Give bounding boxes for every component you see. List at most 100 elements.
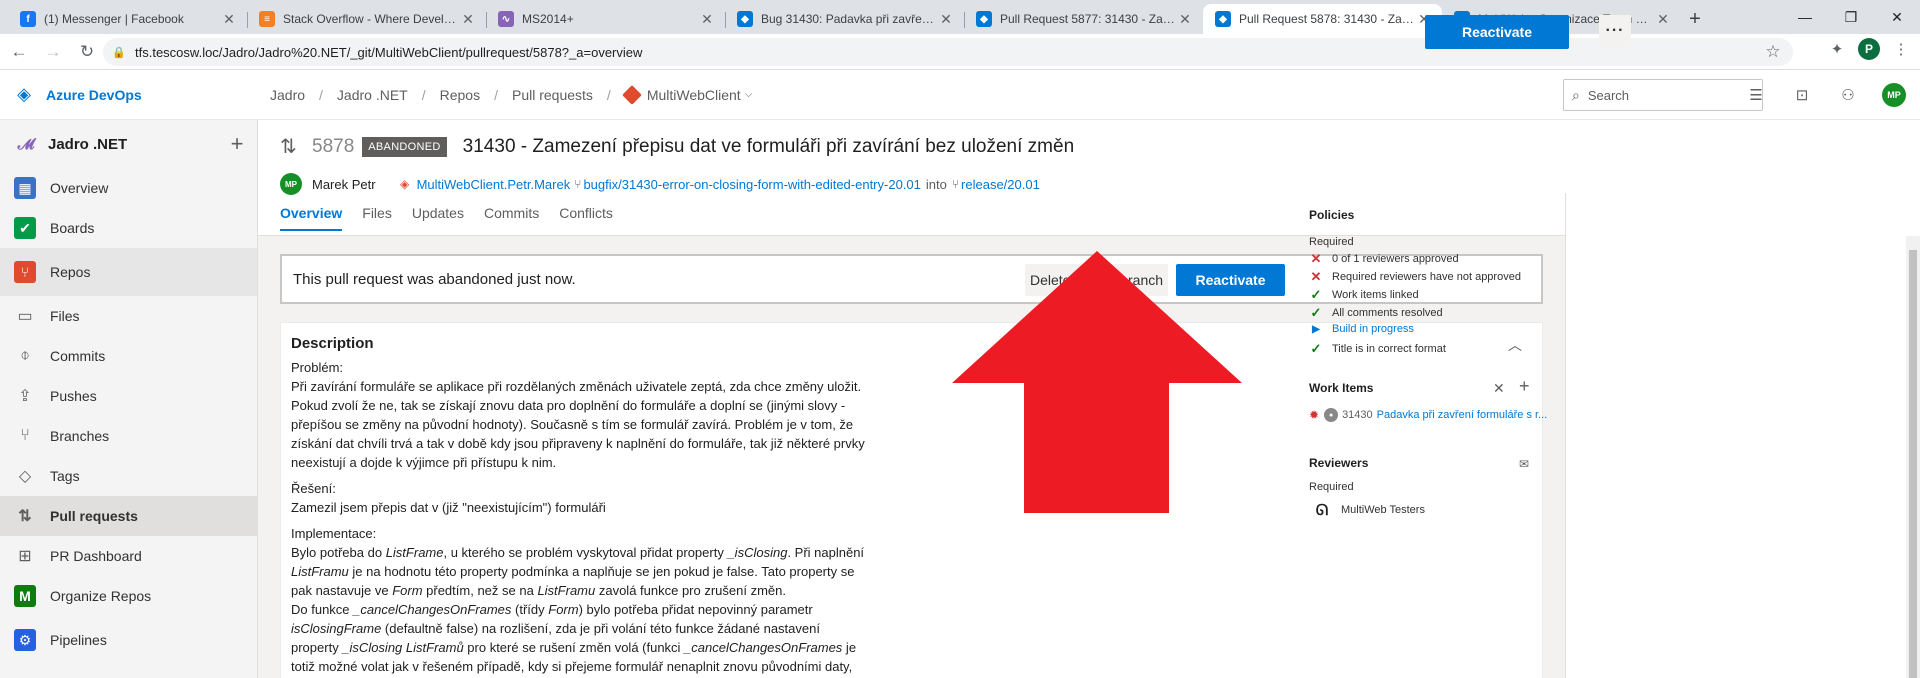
browser-tab-title: (1) Messenger | Facebook [44,12,184,26]
add-work-item-icon[interactable]: + [1519,376,1530,397]
facebook-icon: f [20,11,36,27]
text-segment: _cancelChangesOnFrames [684,640,843,655]
source-repo-link[interactable]: MultiWebClient.Petr.Marek [417,177,571,192]
tab-files[interactable]: Files [362,205,392,231]
team-avatar-icon: ᘏ [1315,501,1329,519]
repo-selector[interactable]: MultiWebClient ⌵ [621,84,753,105]
address-bar: ← → ↻ 🔒 tfs.tescosw.loc/Jadro/Jadro%20.N… [0,34,1920,70]
tab-updates[interactable]: Updates [412,205,464,231]
tab-commits[interactable]: Commits [484,205,539,231]
reactivate-button[interactable]: Reactivate [1425,15,1569,49]
reload-icon[interactable]: ↻ [72,37,102,67]
sidebar-item-boards[interactable]: ✔ Boards [0,208,257,248]
stackoverflow-icon: ≡ [259,11,275,27]
text-segment: ) bylo potřeba přidat nepovinný parametr [578,602,813,617]
marketplace-bag-icon[interactable]: ⊡ [1790,83,1814,107]
close-window-icon[interactable]: ✕ [1874,0,1920,34]
scrollbar[interactable] [1906,236,1920,678]
sidebar-item-overview[interactable]: ▦ Overview [0,168,257,208]
tab-close-icon[interactable]: ✕ [699,11,715,28]
reviewer-row[interactable]: ᘏ MultiWeb Testers [1309,497,1425,523]
sidebar-item-pipelines[interactable]: ⚙ Pipelines [0,616,257,664]
forward-icon[interactable]: → [38,37,68,67]
sidebar-item-pull-requests[interactable]: ⇅ Pull requests [0,496,257,536]
tab-close-icon[interactable]: ✕ [1655,11,1671,28]
work-item-link[interactable]: Padavka při zavření formuláře s r... [1377,409,1548,421]
search-box[interactable]: ⌕ Search [1563,79,1763,111]
tab-overview[interactable]: Overview [280,205,343,231]
commits-icon: ⌽ [20,347,30,364]
problem-label: Problém: [291,360,344,375]
sidebar-item-label: Tags [50,468,80,484]
browser-menu-icon[interactable]: ⋮ [1890,38,1912,60]
more-actions-icon[interactable]: ··· [1599,15,1631,47]
restore-icon[interactable]: ❐ [1828,0,1874,34]
sidebar-item-tags[interactable]: ◇ Tags [0,456,257,496]
sidebar-item-commits[interactable]: ⌽ Commits [0,336,257,376]
mail-icon[interactable]: ✉ [1519,457,1529,471]
fail-x-icon: ✕ [1310,251,1322,266]
reviewers-title: Reviewers [1309,456,1369,470]
browser-tab[interactable]: ∿ MS2014+ ✕ [486,4,725,34]
browser-tab[interactable]: ≡ Stack Overflow - Where Developers Learn… [247,4,486,34]
policy-item: ✓ Title is in correct format [1309,341,1446,357]
ado-logo[interactable]: ◈ Azure DevOps [0,70,258,120]
sidebar-item-label: Files [50,308,80,324]
minimize-icon[interactable]: — [1782,0,1828,34]
tab-close-icon[interactable]: ✕ [460,11,476,28]
policy-item[interactable]: ▶ Build in progress [1309,323,1414,335]
breadcrumb-project[interactable]: Jadro .NET [337,87,408,103]
left-navigation: 𝓜 Jadro .NET + ▦ Overview ✔ Boards ⑂ Rep… [0,120,258,678]
browser-tab-title: Pull Request 5877: 31430 - Zamezení [1000,12,1177,26]
user-settings-icon[interactable]: ⚇ [1836,83,1860,107]
source-branch-link[interactable]: bugfix/31430-error-on-closing-form-with-… [583,177,920,192]
project-name[interactable]: Jadro .NET [48,136,217,153]
text-segment: Do funkce [291,602,354,617]
back-icon[interactable]: ← [4,37,34,67]
browser-tab[interactable]: f (1) Messenger | Facebook ✕ [8,4,247,34]
text-segment: . Při naplnění [787,545,865,560]
browser-tab[interactable]: ◆Pull Request 5878: 31430 - Zamezení✕ [1203,4,1442,34]
new-tab-button[interactable]: + [1681,4,1709,34]
breadcrumb-separator: / [319,86,323,103]
author-name[interactable]: Marek Petr [312,177,376,192]
breadcrumb-pull-requests[interactable]: Pull requests [512,87,593,103]
tab-close-icon[interactable]: ✕ [1177,11,1193,28]
target-branch-link[interactable]: release/20.01 [961,177,1040,192]
extensions-icon[interactable]: ✦ [1826,38,1848,60]
list-icon[interactable]: ☰ [1744,83,1768,107]
browser-tab[interactable]: ◆ Bug 31430: Padavka při zavření formulář… [725,4,964,34]
lock-icon[interactable]: 🔒 [112,46,126,59]
browser-tab[interactable]: ◆ Pull Request 5877: 31430 - Zamezení✕ [964,4,1203,34]
text-segment: ListFramu [291,564,349,579]
sidebar-item-repos[interactable]: ⑂ Repos [0,248,257,296]
work-item-row[interactable]: ✹ ● 31430 Padavka při zavření formuláře … [1309,408,1547,422]
pr-title[interactable]: 31430 - Zamezení přepisu dat ve formulář… [463,136,1074,158]
sidebar-item-pushes[interactable]: ⇪ Pushes [0,376,257,416]
work-item-id: 31430 [1342,409,1373,421]
solution-label: Řešení: [291,481,336,496]
sidebar-item-label: Organize Repos [50,588,152,604]
profile-avatar[interactable]: P [1858,38,1880,60]
remove-icon[interactable]: ✕ [1493,380,1505,397]
repos-icon: ⑂ [14,261,36,283]
sidebar-item-organize-repos[interactable]: M Organize Repos [0,576,257,616]
sidebar-item-pr-dashboard[interactable]: ⊞ PR Dashboard [0,536,257,576]
tab-close-icon[interactable]: ✕ [221,11,237,28]
tab-conflicts[interactable]: Conflicts [559,205,613,231]
sidebar-item-files[interactable]: ▭ Files [0,296,257,336]
chevron-down-icon: ⌵ [744,89,753,100]
author-avatar[interactable]: MP [280,173,302,195]
breadcrumb-org[interactable]: Jadro [270,87,305,103]
tab-close-icon[interactable]: ✕ [938,11,954,28]
text-segment: _cancelChangesOnFrames [353,602,512,617]
add-icon[interactable]: + [217,131,257,157]
pushes-icon: ⇪ [18,388,32,405]
collapse-chevron-icon[interactable]: ︿ [1508,335,1522,355]
user-avatar[interactable]: MP [1882,83,1906,107]
bookmark-star-icon[interactable]: ☆ [1761,42,1785,62]
policy-text: 0 of 1 reviewers approved [1332,253,1459,265]
breadcrumb-repos[interactable]: Repos [440,87,480,103]
ado-header: ◈ Azure DevOps Jadro / Jadro .NET / Repo… [0,70,1920,120]
sidebar-item-branches[interactable]: ⑂ Branches [0,416,257,456]
